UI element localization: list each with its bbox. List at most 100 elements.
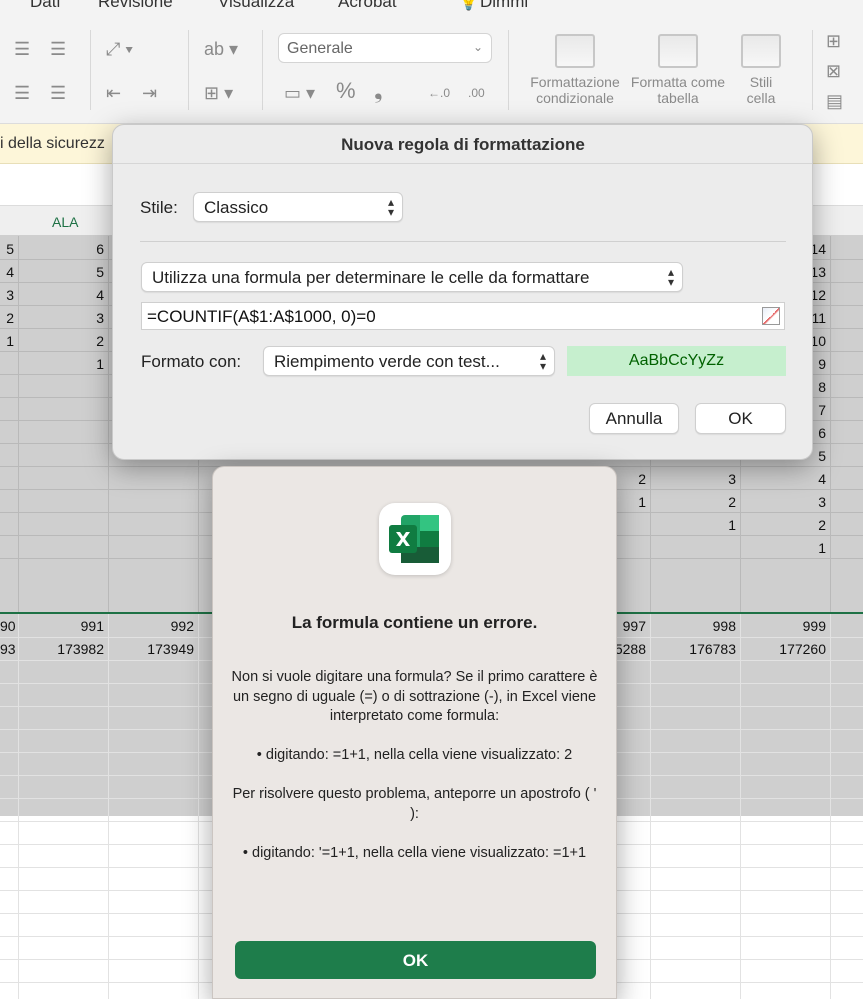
excel-logo-icon (389, 515, 439, 563)
updown-chevron-icon: ▴ ▾ (539, 349, 546, 373)
cell[interactable]: 173982 (20, 641, 104, 657)
error-paragraph: • digitando: '=1+1, nella cella viene vi… (242, 844, 587, 861)
range-picker-icon[interactable] (762, 307, 780, 325)
decrease-indent-icon[interactable]: ⇤ (106, 84, 121, 102)
grid-line (108, 614, 109, 999)
cell[interactable]: 3 (20, 310, 104, 326)
ribbon: Dati Revisione Visualizza Acrobat 💡 Dimm… (0, 0, 863, 124)
ribbon-separator (812, 30, 813, 110)
cell[interactable]: 999 (742, 618, 826, 634)
error-title: La formula contiene un errore. (291, 613, 538, 632)
ribbon-tabs: Dati Revisione Visualizza Acrobat 💡 Dimm… (0, 0, 863, 11)
percent-icon[interactable]: % (336, 80, 356, 102)
number-format-select[interactable]: Generale ⌄ (278, 33, 492, 63)
error-paragraph: Per risolvere questo problema, anteporre… (232, 786, 597, 822)
format-select[interactable]: Riempimento verde con test... ▴ ▾ (263, 346, 555, 376)
cell[interactable]: 5 (0, 241, 14, 257)
table-icon (658, 34, 698, 68)
error-paragraph: • digitando: =1+1, nella cella viene vis… (256, 747, 573, 763)
cell[interactable]: 2 (20, 333, 104, 349)
comma-style-icon[interactable]: ❟ (374, 80, 383, 102)
grid-line (18, 614, 19, 999)
cell[interactable]: 5 (20, 264, 104, 280)
align-center-icon[interactable]: ☰ (50, 84, 66, 102)
cell[interactable]: 90 (0, 618, 16, 634)
conditional-formatting-button[interactable]: Formattazione condizionale (522, 34, 628, 106)
cell[interactable]: 173949 (110, 641, 194, 657)
chevron-down-icon: ⌄ (472, 40, 483, 54)
ribbon-separator (90, 30, 91, 110)
cell[interactable]: 6 (20, 241, 104, 257)
cell[interactable]: 93 (0, 641, 16, 657)
dialog-title: Nuova regola di formattazione (341, 135, 585, 154)
lightbulb-icon: 💡 (458, 0, 480, 11)
delete-cells-icon[interactable]: ⊠ (826, 62, 841, 80)
ribbon-separator (508, 30, 509, 110)
cell[interactable]: 4 (0, 264, 14, 280)
cell[interactable]: 4 (790, 471, 826, 487)
align-middle-icon[interactable]: ☰ (50, 40, 66, 58)
updown-chevron-icon: ▴ ▾ (667, 265, 674, 289)
column-header-ala[interactable]: ALA (52, 214, 78, 230)
formula-input[interactable]: =COUNTIF(A$1:A$1000, 0)=0 (141, 302, 785, 330)
grid-line (740, 614, 741, 999)
ribbon-separator (262, 30, 263, 110)
orientation-icon[interactable]: ⤢ ▾ (106, 40, 133, 58)
merge-cells-icon[interactable]: ⊞ ▾ (204, 84, 233, 102)
error-paragraph: Non si vuole digitare una formula? Se il… (231, 669, 598, 724)
rule-type-select[interactable]: Utilizza una formula per determinare le … (141, 262, 683, 292)
cell[interactable]: 992 (110, 618, 194, 634)
conditional-formatting-icon (555, 34, 595, 68)
title-divider (113, 163, 812, 164)
decrease-decimal-icon[interactable]: .00 (468, 84, 485, 102)
cell[interactable]: 1 (790, 540, 826, 556)
tab-dimmi[interactable]: Dimmi (480, 0, 528, 12)
grid-line (650, 614, 651, 999)
section-divider (140, 241, 786, 242)
format-cells-icon[interactable]: ▤ (826, 92, 843, 110)
cell[interactable]: 4 (20, 287, 104, 303)
currency-icon[interactable]: ▭ ▾ (284, 84, 315, 102)
cell[interactable]: 991 (20, 618, 104, 634)
align-left-icon[interactable]: ☰ (14, 84, 30, 102)
grid-line (830, 614, 831, 999)
cell[interactable]: 3 (790, 494, 826, 510)
format-as-table-button[interactable]: Formatta come tabella (630, 34, 726, 106)
cell[interactable]: 3 (0, 287, 14, 303)
excel-app-icon (379, 503, 451, 575)
wrap-text-icon[interactable]: ab ▾ (204, 40, 238, 58)
cell[interactable]: 998 (652, 618, 736, 634)
cell[interactable]: 1 (20, 356, 104, 372)
align-top-icon[interactable]: ☰ (14, 40, 30, 58)
cell[interactable]: 2 (690, 494, 736, 510)
cell[interactable]: 3 (690, 471, 736, 487)
format-label: Formato con: (141, 352, 242, 371)
grid-line (198, 614, 199, 999)
cell[interactable]: 1 (690, 517, 736, 533)
cell[interactable]: 176783 (652, 641, 736, 657)
increase-indent-icon[interactable]: ⇥ (142, 84, 157, 102)
increase-decimal-icon[interactable]: ←.0 (428, 84, 450, 102)
cancel-button[interactable]: Annulla (589, 403, 679, 434)
cell[interactable]: 2 (790, 517, 826, 533)
tab-revisione[interactable]: Revisione (98, 0, 173, 12)
formula-error-alert: La formula contiene un errore. Non si vu… (212, 466, 617, 999)
cell[interactable]: 2 (0, 310, 14, 326)
ribbon-separator (188, 30, 189, 110)
cell[interactable]: 177260 (742, 641, 826, 657)
ok-button[interactable]: OK (695, 403, 786, 434)
cell[interactable]: 1 (0, 333, 14, 349)
error-message: Non si vuole digitare una formula? Se il… (229, 668, 600, 883)
format-preview: AaBbCcYyZz (567, 346, 786, 376)
style-label: Stile: (140, 198, 178, 217)
tab-visualizza[interactable]: Visualizza (218, 0, 294, 12)
cell-styles-button[interactable]: Stili cella (736, 34, 786, 106)
updown-chevron-icon: ▴ ▾ (387, 195, 394, 219)
new-formatting-rule-dialog: Nuova regola di formattazione Stile: Cla… (112, 124, 813, 460)
style-select[interactable]: Classico ▴ ▾ (193, 192, 403, 222)
cell-styles-icon (741, 34, 781, 68)
tab-acrobat[interactable]: Acrobat (338, 0, 397, 12)
alert-ok-button[interactable]: OK (235, 941, 596, 979)
tab-dati[interactable]: Dati (30, 0, 60, 12)
insert-cells-icon[interactable]: ⊞ (826, 32, 841, 50)
